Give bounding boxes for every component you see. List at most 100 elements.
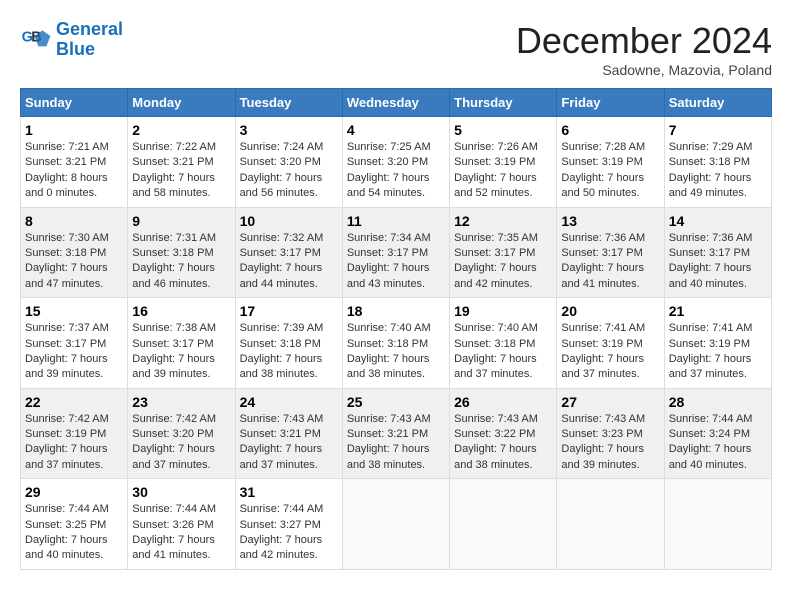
sunset-text: Sunset: 3:19 PM (25, 428, 106, 440)
day-number: 8 (25, 213, 123, 229)
calendar-day-cell: 16 Sunrise: 7:38 AM Sunset: 3:17 PM Dayl… (128, 298, 235, 389)
day-info: Sunrise: 7:39 AM Sunset: 3:18 PM Dayligh… (240, 321, 338, 383)
sunset-text: Sunset: 3:20 PM (240, 156, 321, 168)
day-info: Sunrise: 7:24 AM Sunset: 3:20 PM Dayligh… (240, 140, 338, 202)
sunrise-text: Sunrise: 7:40 AM (454, 322, 538, 334)
sunset-text: Sunset: 3:17 PM (240, 247, 321, 259)
day-number: 31 (240, 484, 338, 500)
logo-line1: General (56, 19, 123, 39)
day-info: Sunrise: 7:40 AM Sunset: 3:18 PM Dayligh… (347, 321, 445, 383)
calendar-day-cell: 15 Sunrise: 7:37 AM Sunset: 3:17 PM Dayl… (21, 298, 128, 389)
day-info: Sunrise: 7:44 AM Sunset: 3:26 PM Dayligh… (132, 502, 230, 564)
daylight-text: Daylight: 7 hours and 47 minutes. (25, 262, 108, 289)
daylight-text: Daylight: 7 hours and 42 minutes. (454, 262, 537, 289)
daylight-text: Daylight: 7 hours and 37 minutes. (561, 353, 644, 380)
calendar-week-row: 22 Sunrise: 7:42 AM Sunset: 3:19 PM Dayl… (21, 388, 772, 479)
calendar-week-row: 8 Sunrise: 7:30 AM Sunset: 3:18 PM Dayli… (21, 207, 772, 298)
day-info: Sunrise: 7:32 AM Sunset: 3:17 PM Dayligh… (240, 231, 338, 293)
sunset-text: Sunset: 3:18 PM (25, 247, 106, 259)
sunrise-text: Sunrise: 7:43 AM (561, 413, 645, 425)
weekday-header-row: SundayMondayTuesdayWednesdayThursdayFrid… (21, 89, 772, 117)
daylight-text: Daylight: 7 hours and 40 minutes. (669, 443, 752, 470)
weekday-header: Sunday (21, 89, 128, 117)
calendar-week-row: 15 Sunrise: 7:37 AM Sunset: 3:17 PM Dayl… (21, 298, 772, 389)
daylight-text: Daylight: 7 hours and 38 minutes. (347, 353, 430, 380)
sunrise-text: Sunrise: 7:44 AM (669, 413, 753, 425)
calendar-day-cell: 28 Sunrise: 7:44 AM Sunset: 3:24 PM Dayl… (664, 388, 771, 479)
daylight-text: Daylight: 7 hours and 38 minutes. (240, 353, 323, 380)
calendar-day-cell: 7 Sunrise: 7:29 AM Sunset: 3:18 PM Dayli… (664, 117, 771, 208)
daylight-text: Daylight: 7 hours and 37 minutes. (454, 353, 537, 380)
calendar-day-cell: 10 Sunrise: 7:32 AM Sunset: 3:17 PM Dayl… (235, 207, 342, 298)
weekday-header: Wednesday (342, 89, 449, 117)
calendar-day-cell: 3 Sunrise: 7:24 AM Sunset: 3:20 PM Dayli… (235, 117, 342, 208)
calendar-day-cell: 8 Sunrise: 7:30 AM Sunset: 3:18 PM Dayli… (21, 207, 128, 298)
calendar-day-cell: 13 Sunrise: 7:36 AM Sunset: 3:17 PM Dayl… (557, 207, 664, 298)
sunset-text: Sunset: 3:21 PM (25, 156, 106, 168)
daylight-text: Daylight: 7 hours and 46 minutes. (132, 262, 215, 289)
day-number: 21 (669, 303, 767, 319)
weekday-header: Tuesday (235, 89, 342, 117)
sunrise-text: Sunrise: 7:36 AM (669, 232, 753, 244)
day-info: Sunrise: 7:43 AM Sunset: 3:23 PM Dayligh… (561, 412, 659, 474)
daylight-text: Daylight: 7 hours and 40 minutes. (25, 534, 108, 561)
daylight-text: Daylight: 7 hours and 56 minutes. (240, 172, 323, 199)
day-number: 27 (561, 394, 659, 410)
daylight-text: Daylight: 7 hours and 39 minutes. (561, 443, 644, 470)
calendar-day-cell: 27 Sunrise: 7:43 AM Sunset: 3:23 PM Dayl… (557, 388, 664, 479)
day-number: 6 (561, 122, 659, 138)
calendar-day-cell (664, 479, 771, 570)
day-number: 2 (132, 122, 230, 138)
logo-icon: G B (20, 24, 52, 56)
calendar-day-cell: 6 Sunrise: 7:28 AM Sunset: 3:19 PM Dayli… (557, 117, 664, 208)
day-info: Sunrise: 7:42 AM Sunset: 3:19 PM Dayligh… (25, 412, 123, 474)
sunrise-text: Sunrise: 7:38 AM (132, 322, 216, 334)
sunrise-text: Sunrise: 7:32 AM (240, 232, 324, 244)
daylight-text: Daylight: 7 hours and 52 minutes. (454, 172, 537, 199)
day-info: Sunrise: 7:35 AM Sunset: 3:17 PM Dayligh… (454, 231, 552, 293)
location-subtitle: Sadowne, Mazovia, Poland (516, 62, 772, 78)
sunset-text: Sunset: 3:21 PM (240, 428, 321, 440)
calendar-day-cell: 26 Sunrise: 7:43 AM Sunset: 3:22 PM Dayl… (450, 388, 557, 479)
day-number: 25 (347, 394, 445, 410)
day-info: Sunrise: 7:40 AM Sunset: 3:18 PM Dayligh… (454, 321, 552, 383)
sunrise-text: Sunrise: 7:26 AM (454, 141, 538, 153)
sunrise-text: Sunrise: 7:44 AM (240, 503, 324, 515)
calendar-day-cell: 9 Sunrise: 7:31 AM Sunset: 3:18 PM Dayli… (128, 207, 235, 298)
sunset-text: Sunset: 3:18 PM (240, 338, 321, 350)
logo-line2: Blue (56, 39, 95, 59)
day-number: 26 (454, 394, 552, 410)
day-info: Sunrise: 7:42 AM Sunset: 3:20 PM Dayligh… (132, 412, 230, 474)
day-number: 7 (669, 122, 767, 138)
day-info: Sunrise: 7:26 AM Sunset: 3:19 PM Dayligh… (454, 140, 552, 202)
calendar-day-cell (557, 479, 664, 570)
calendar-day-cell: 19 Sunrise: 7:40 AM Sunset: 3:18 PM Dayl… (450, 298, 557, 389)
day-number: 17 (240, 303, 338, 319)
sunset-text: Sunset: 3:19 PM (561, 156, 642, 168)
daylight-text: Daylight: 7 hours and 39 minutes. (132, 353, 215, 380)
day-info: Sunrise: 7:22 AM Sunset: 3:21 PM Dayligh… (132, 140, 230, 202)
day-number: 3 (240, 122, 338, 138)
sunrise-text: Sunrise: 7:42 AM (132, 413, 216, 425)
sunrise-text: Sunrise: 7:39 AM (240, 322, 324, 334)
day-number: 13 (561, 213, 659, 229)
daylight-text: Daylight: 8 hours and 0 minutes. (25, 172, 108, 199)
sunrise-text: Sunrise: 7:29 AM (669, 141, 753, 153)
calendar-day-cell: 12 Sunrise: 7:35 AM Sunset: 3:17 PM Dayl… (450, 207, 557, 298)
sunrise-text: Sunrise: 7:43 AM (454, 413, 538, 425)
sunrise-text: Sunrise: 7:22 AM (132, 141, 216, 153)
sunset-text: Sunset: 3:17 PM (347, 247, 428, 259)
sunset-text: Sunset: 3:18 PM (347, 338, 428, 350)
calendar-day-cell: 25 Sunrise: 7:43 AM Sunset: 3:21 PM Dayl… (342, 388, 449, 479)
day-info: Sunrise: 7:41 AM Sunset: 3:19 PM Dayligh… (669, 321, 767, 383)
calendar-day-cell: 11 Sunrise: 7:34 AM Sunset: 3:17 PM Dayl… (342, 207, 449, 298)
sunrise-text: Sunrise: 7:25 AM (347, 141, 431, 153)
day-number: 15 (25, 303, 123, 319)
daylight-text: Daylight: 7 hours and 39 minutes. (25, 353, 108, 380)
day-info: Sunrise: 7:44 AM Sunset: 3:24 PM Dayligh… (669, 412, 767, 474)
logo: G B General Blue (20, 20, 123, 60)
sunset-text: Sunset: 3:17 PM (669, 247, 750, 259)
sunset-text: Sunset: 3:25 PM (25, 519, 106, 531)
calendar-day-cell: 14 Sunrise: 7:36 AM Sunset: 3:17 PM Dayl… (664, 207, 771, 298)
sunrise-text: Sunrise: 7:31 AM (132, 232, 216, 244)
